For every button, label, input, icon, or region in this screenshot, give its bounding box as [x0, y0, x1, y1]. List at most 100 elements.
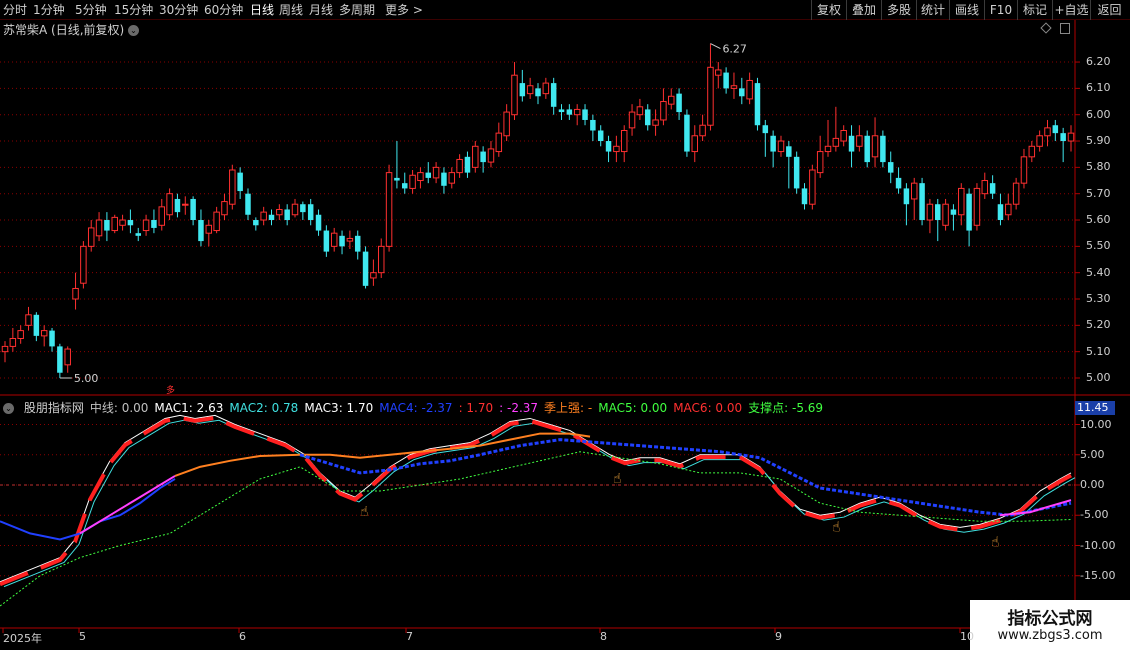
indicator-legend-1: MAC1: 2.63	[154, 401, 224, 415]
price-axis-label: 5.40	[1086, 265, 1111, 279]
candle-body	[699, 124, 706, 137]
candle-body	[762, 125, 769, 134]
price-axis-label: 6.20	[1086, 55, 1111, 69]
candle-body	[64, 348, 71, 366]
candle-body	[221, 201, 228, 216]
candle-body	[942, 203, 949, 226]
candle-body	[786, 146, 792, 157]
mac4-line-high	[299, 438, 1072, 517]
indicator-legend-4: MAC4: -2.37	[379, 401, 453, 415]
candle-body	[550, 83, 557, 107]
candle-body	[989, 183, 996, 194]
hand-pointer-icon: ☝	[832, 519, 841, 535]
candle-body	[237, 172, 243, 192]
candle-body	[777, 140, 785, 153]
candle-body	[684, 114, 690, 152]
candle-body	[793, 156, 800, 189]
candle-body	[464, 156, 471, 173]
candle-body	[307, 204, 314, 221]
price-axis-label: 5.90	[1086, 134, 1111, 148]
candle-body	[691, 135, 699, 153]
candle-body	[652, 119, 659, 126]
chart-canvas: 6.27 5.00 多 ☝ ☝ ☝ ☝	[0, 20, 1130, 650]
candle-body	[605, 141, 612, 152]
price-axis-label: 5.60	[1086, 213, 1111, 227]
candle-body	[910, 182, 918, 200]
indicator-current-value: 11.45	[1075, 401, 1115, 415]
candle-body	[362, 251, 369, 286]
candle-body	[190, 198, 196, 221]
candle-body	[848, 135, 855, 152]
candle-body	[981, 180, 989, 195]
candle-body	[87, 227, 95, 247]
candle-body	[417, 172, 424, 182]
price-axis-label: 5.30	[1086, 292, 1111, 305]
candle-body	[856, 135, 863, 147]
candle-body	[1020, 156, 1028, 184]
candle-body	[511, 74, 518, 116]
candle-body	[456, 158, 463, 174]
candle-body	[166, 193, 173, 216]
indicator-legend-6: : -2.37	[499, 401, 539, 415]
candle-body	[385, 172, 393, 247]
candle-body	[174, 198, 181, 213]
price-axis-label: 5.10	[1086, 344, 1111, 358]
candle-body	[330, 232, 338, 247]
mac1-line	[0, 414, 1072, 583]
candle-body	[824, 145, 832, 153]
candle-body	[472, 145, 479, 168]
price-axis-label: 6.10	[1086, 81, 1111, 95]
price-axis-label: 6.00	[1086, 107, 1111, 121]
candle-body	[1028, 145, 1036, 158]
candle-body	[926, 203, 934, 221]
candle-body	[104, 220, 110, 231]
indicator-axis-label: -5.00	[1080, 508, 1109, 522]
candle-body	[628, 111, 636, 129]
watermark-title: 指标公式网	[1007, 609, 1093, 629]
candle-body	[801, 188, 808, 205]
candle-body	[997, 204, 1004, 221]
candle-body	[40, 330, 48, 337]
candle-body	[276, 208, 283, 216]
candle-body	[950, 209, 957, 215]
mac2-line	[3, 419, 1076, 588]
candle-body	[394, 177, 400, 181]
candle-body	[198, 220, 204, 242]
candle-body	[25, 314, 32, 326]
candle-body	[354, 235, 361, 252]
candle-body	[323, 230, 330, 252]
candle-body	[739, 88, 745, 97]
hand-pointer-icon: ☝	[613, 471, 622, 487]
candle-body	[80, 245, 87, 284]
candle-body	[566, 109, 573, 115]
candle-body	[840, 129, 847, 142]
candle-body	[966, 193, 972, 231]
candle-body	[895, 177, 902, 189]
price-axis-label: 5.70	[1086, 186, 1111, 200]
candle-body	[480, 151, 486, 163]
indicator-axis-label: -10.00	[1080, 538, 1116, 552]
chevron-down-icon[interactable]: ⌄	[3, 403, 14, 414]
candle-body	[746, 79, 753, 100]
price-axis-label: 5.00	[1086, 371, 1111, 384]
watermark-url: www.zbgs3.com	[997, 628, 1103, 643]
support-line	[0, 451, 1072, 607]
date-axis-label: 7	[406, 630, 413, 643]
candle-body	[597, 130, 604, 142]
mac4-line-low	[0, 478, 176, 541]
candle-body	[582, 109, 588, 120]
candle-body	[1036, 135, 1043, 147]
candle-body	[346, 237, 354, 242]
low-price-label: 5.00	[74, 372, 99, 385]
candle-body	[730, 85, 738, 89]
candle-body	[448, 172, 456, 184]
candle-body	[1052, 125, 1059, 134]
candle-body	[535, 88, 541, 97]
candle-body	[245, 193, 251, 215]
candle-body	[620, 129, 628, 153]
candle-body	[432, 166, 440, 179]
candle-body	[213, 211, 220, 232]
candle-body	[425, 172, 432, 178]
indicator-axis-label: 5.00	[1080, 447, 1105, 461]
candle-body	[1060, 133, 1066, 142]
